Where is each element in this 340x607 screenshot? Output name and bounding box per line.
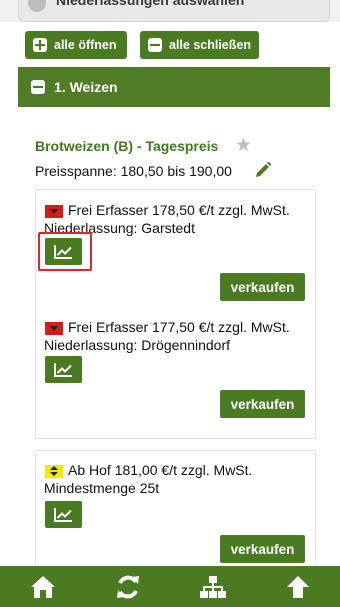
sell-button[interactable]: verkaufen (220, 535, 305, 563)
top-panel: Niederlassungen auswählen (0, 0, 340, 22)
close-all-button[interactable]: alle schließen (140, 31, 259, 59)
edit-pencil-icon[interactable] (254, 161, 272, 179)
highlight-box (38, 232, 92, 271)
trend-neutral-icon (45, 465, 63, 478)
chart-line-icon (54, 363, 72, 377)
nav-home[interactable] (23, 569, 63, 605)
favorite-star-icon[interactable]: ★ (235, 134, 252, 157)
bottom-navigation (0, 566, 340, 607)
refresh-icon (116, 575, 139, 598)
offer-price: Frei Erfasser 177,50 €/t zzgl. MwSt. (68, 319, 290, 335)
trend-down-icon (45, 322, 63, 335)
price-chart-button[interactable] (45, 356, 82, 383)
trend-down-icon (45, 205, 63, 218)
offer-minimum: Mindestmenge 25t (44, 480, 160, 496)
price-chart-button[interactable] (45, 501, 82, 528)
offer-price: Frei Erfasser 178,50 €/t zzgl. MwSt. (68, 202, 290, 218)
sitemap-icon (199, 575, 226, 598)
chart-line-icon (54, 508, 72, 522)
product-title: Brotweizen (B) - Tagespreis (35, 138, 219, 154)
section-header-weizen[interactable]: 1. Weizen (18, 67, 330, 107)
offer-branch: Niederlassung: Drögennindorf (44, 337, 230, 353)
nav-sitemap[interactable] (193, 569, 233, 605)
nav-refresh[interactable] (108, 569, 148, 605)
home-icon (30, 575, 55, 598)
price-range: Preisspanne: 180,50 bis 190,00 (35, 163, 232, 179)
close-all-label: alle schließen (169, 38, 251, 52)
arrow-up-icon (286, 575, 309, 598)
collapse-icon (31, 80, 45, 94)
minus-icon (148, 38, 162, 52)
sell-button[interactable]: verkaufen (220, 390, 305, 418)
open-all-button[interactable]: alle öffnen (25, 31, 127, 59)
plus-icon (33, 38, 47, 52)
sell-button[interactable]: verkaufen (220, 273, 305, 301)
nav-scroll-top[interactable] (278, 569, 318, 605)
section-title: 1. Weizen (54, 79, 118, 95)
branch-select-label: Niederlassungen auswählen (56, 0, 245, 8)
offer-price: Ab Hof 181,00 €/t zzgl. MwSt. (68, 462, 253, 478)
open-all-label: alle öffnen (54, 38, 117, 52)
